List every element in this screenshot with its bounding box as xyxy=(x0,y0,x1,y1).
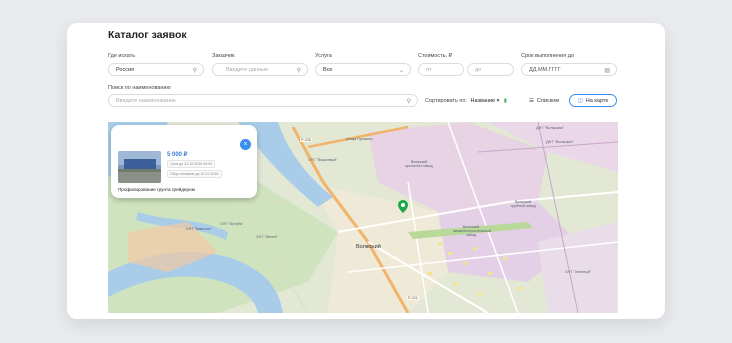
search-icon: ⚲ xyxy=(296,68,301,74)
calendar-icon: ▤ xyxy=(604,68,610,74)
service-value: Все xyxy=(323,66,333,73)
sort-direction-icon[interactable]: ▮ xyxy=(504,98,507,104)
sort-value: Название xyxy=(470,98,496,104)
map-label-snt-zeleny: СНТ "Зеленый" xyxy=(564,270,592,274)
chevron-down-icon: ▾ xyxy=(496,98,500,104)
where-value: Россия xyxy=(116,66,135,73)
map-label-snt-mechta: СНТ "Мечта" xyxy=(256,235,278,239)
search-icon: ⚲ xyxy=(406,99,411,105)
map-label-snt-vavilon: СНТ "Вавилон" xyxy=(186,227,213,231)
cost-to-field[interactable]: до xyxy=(467,63,514,76)
request-thumbnail xyxy=(118,151,161,183)
customer-label: Заказчик xyxy=(212,53,235,59)
chevron-down-icon: ⌄ xyxy=(398,68,404,74)
deadline-placeholder: ДД.ММ.ГГГГ xyxy=(529,66,561,73)
where-label: Где искать xyxy=(108,53,136,59)
map-label-dnt-volzhskie: ДНТ "Волжские" xyxy=(546,140,574,144)
customer-placeholder: Введите данные xyxy=(226,66,269,73)
map-view-button[interactable]: ◫ На карте xyxy=(569,94,617,107)
sort-control[interactable]: Сортировать по: Название ▾ ▮ xyxy=(425,98,507,104)
list-icon: ☰ xyxy=(528,97,534,104)
map-label-city: Волжский xyxy=(356,244,381,250)
name-search-label: Поиск по наименованию xyxy=(108,85,171,91)
cost-from-field[interactable]: от xyxy=(418,63,464,76)
map-label-snt-akhtuba: СНТ "Ахтуба" xyxy=(220,222,244,226)
list-view-button[interactable]: ☰ Списком xyxy=(522,94,566,107)
cost-to-placeholder: до xyxy=(475,66,482,73)
map-label-orgsintez-plant: Волжский оргсинтез завод xyxy=(405,160,433,169)
map-label-snt-vishnevy: СНТ "Вишневый" xyxy=(308,158,338,162)
service-label: Услуга xyxy=(315,53,332,59)
map-label-machine-plant: Волжский машиностроительный завод xyxy=(453,225,491,238)
request-popup[interactable]: 5 000 ₽ Срок до 31.12.2025 00:00 Сбор от… xyxy=(111,125,257,198)
service-select[interactable]: Все ⌄ xyxy=(315,63,411,76)
where-field[interactable]: Россия ⚲ xyxy=(108,63,204,76)
request-title[interactable]: Профилирование грунта грейдером xyxy=(118,187,195,192)
deadline-label: Срок выполнения до xyxy=(521,53,575,59)
map-label-road-r228: Р-228 xyxy=(300,138,312,143)
map-label-road-r221: Р-221 xyxy=(407,296,419,301)
map-label-pipe-plant: Волжский трубный завод xyxy=(510,200,536,209)
close-icon: × xyxy=(243,141,248,148)
map-view[interactable]: Волжский СНТ "Вавилон" СНТ "Мечта" СНТ "… xyxy=(108,122,618,313)
list-view-label: Списком xyxy=(536,97,560,104)
location-pin-icon[interactable] xyxy=(398,200,408,213)
name-search-input[interactable]: Введите наименование ⚲ xyxy=(108,94,418,107)
map-view-label: На карте xyxy=(585,97,609,104)
page-title: Каталог заявок xyxy=(108,29,187,41)
name-search-placeholder: Введите наименование xyxy=(116,97,176,104)
deadline-field[interactable]: ДД.ММ.ГГГГ ▤ xyxy=(521,63,617,76)
close-popup-button[interactable]: × xyxy=(240,139,251,150)
request-deadline: Срок до 31.12.2025 00:00 xyxy=(167,160,216,168)
catalog-card: Каталог заявок Где искать Заказчик Услуг… xyxy=(67,23,665,319)
cost-from-placeholder: от xyxy=(426,66,432,73)
map-label-street: улица Пушкина xyxy=(346,137,373,141)
request-price: 5 000 ₽ xyxy=(167,152,188,158)
map-icon: ◫ xyxy=(577,97,583,104)
request-collection-deadline: Сбор откликов до 30.12.2025 xyxy=(167,170,222,178)
sort-label: Сортировать по: xyxy=(425,98,467,104)
search-icon: ⚲ xyxy=(192,68,197,74)
cost-label: Стоимость, ₽ xyxy=(418,53,453,59)
customer-field[interactable]: Введите данные ⚲ xyxy=(212,63,308,76)
map-label-dnt-volzhskaya: ДНТ "Волжская" xyxy=(536,126,564,130)
